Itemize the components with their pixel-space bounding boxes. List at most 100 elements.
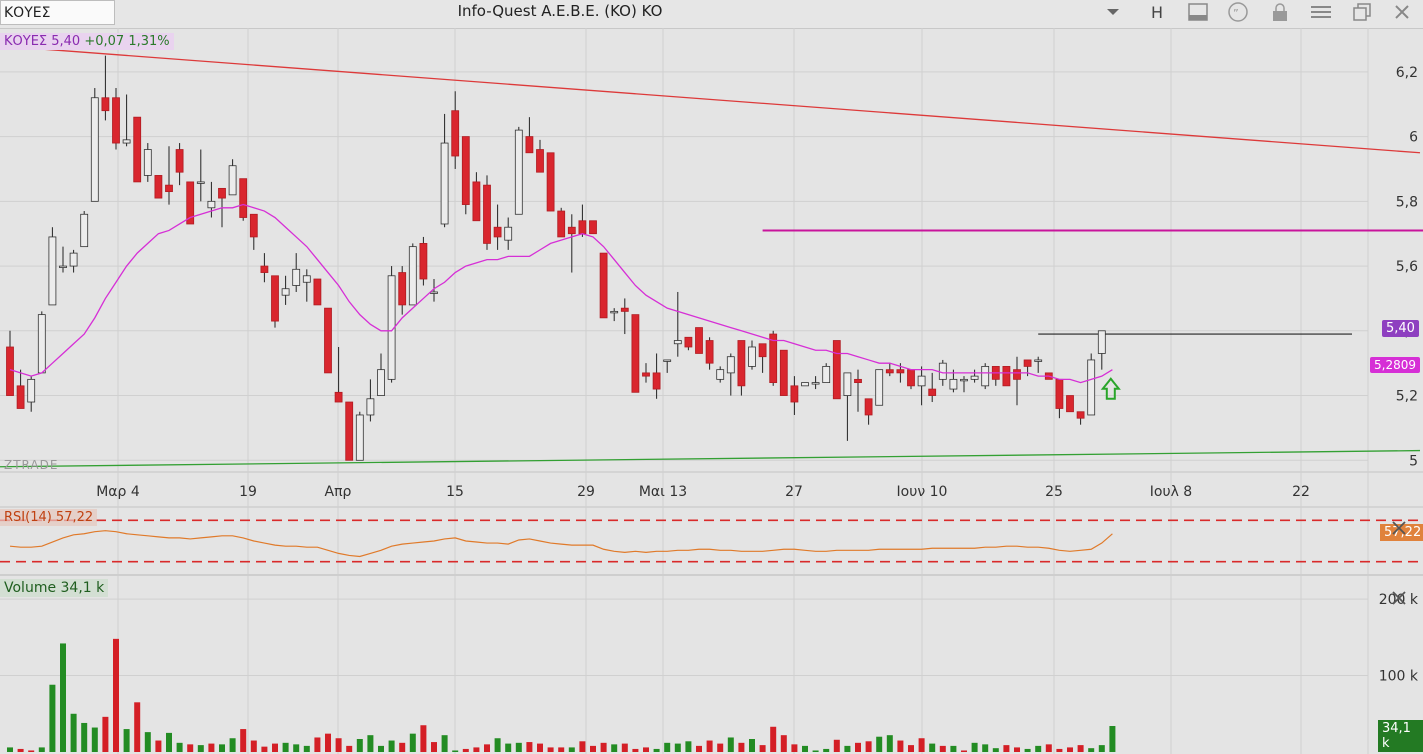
symbol-input[interactable] [0, 0, 115, 25]
candle-body [493, 226, 502, 238]
volume-panel: 200 k100 k [0, 592, 1419, 752]
candle-body [642, 372, 650, 377]
chevron-down-icon [1107, 9, 1119, 15]
volume-badge: 34,1 k [1378, 720, 1423, 752]
volume-bar [1045, 744, 1052, 752]
volume-bar [621, 743, 628, 752]
restore-window-button[interactable] [1348, 0, 1376, 24]
candle-body [504, 226, 513, 241]
candle-body [366, 398, 375, 416]
volume-bar [1035, 745, 1042, 752]
price-label-symbol: ΚΟΥΕΣ 5,40 [4, 34, 81, 49]
quote-icon: ” [1228, 2, 1248, 22]
volume-bar [303, 745, 310, 752]
volume-bar [674, 743, 681, 752]
volume-bar [505, 743, 512, 752]
volume-bar [123, 729, 130, 752]
candle-body [536, 149, 544, 173]
candle-body [408, 246, 417, 306]
candle-body [779, 349, 788, 396]
volume-bar [166, 732, 172, 752]
candle-body [59, 265, 67, 268]
candle-body [525, 136, 534, 154]
time-tick-label: 22 [1292, 484, 1310, 500]
candle-body [483, 184, 491, 244]
volume-bar [431, 742, 437, 752]
volume-bar [81, 722, 88, 752]
volume-bar [176, 742, 183, 752]
last-price-badge: 5,40 [1382, 320, 1419, 337]
price-tick-label: 6,2 [1396, 65, 1418, 81]
candle-body [461, 136, 470, 205]
candle-body [355, 414, 364, 461]
volume-bar [399, 742, 406, 752]
candle-body [16, 385, 25, 409]
candle-body [440, 142, 449, 225]
volume-bar [441, 735, 448, 752]
volume-bar [1077, 745, 1084, 752]
candle-body [260, 265, 269, 273]
volume-bar [49, 684, 56, 752]
price-label: ΚΟΥΕΣ 5,40 +0,07 1,31% [0, 33, 174, 50]
menu-button[interactable] [1307, 0, 1335, 24]
candle-body [737, 340, 746, 387]
time-tick-label: 27 [785, 484, 803, 500]
candle-body [843, 372, 852, 396]
candle-body [101, 97, 110, 112]
candle-body [981, 366, 990, 387]
candle-body [663, 359, 672, 362]
lock-button[interactable] [1266, 0, 1294, 24]
h-button[interactable]: H [1142, 0, 1172, 24]
candle-body [705, 340, 714, 364]
quote-button[interactable]: ” [1224, 0, 1252, 24]
candle-body [80, 213, 89, 248]
candle-body [1066, 395, 1074, 413]
candle-body [790, 385, 799, 403]
candle-body [917, 375, 926, 387]
rsi-close-button[interactable] [1386, 516, 1412, 540]
dropdown-button[interactable] [1098, 0, 1128, 24]
volume-bar [261, 746, 268, 752]
volume-bar [515, 742, 522, 752]
candle-body [1076, 411, 1085, 419]
volume-label: Volume 34,1 k [0, 579, 109, 597]
candle-body [726, 356, 735, 374]
volume-close-button[interactable] [1386, 586, 1412, 610]
volume-bar [1098, 745, 1105, 752]
panel-button[interactable] [1184, 0, 1212, 24]
toolbar: Info-Quest A.E.B.E. (KO) KO H ” [0, 0, 1423, 29]
chart-area[interactable]: 6,265,85,65,45,25 Μαρ 419Απρ1529Μαι 1327… [0, 28, 1423, 754]
volume-bar [346, 745, 353, 752]
close-window-button[interactable] [1388, 0, 1416, 24]
price-tick-label: 6 [1409, 130, 1418, 146]
candle-body [589, 220, 597, 235]
candle-body [673, 340, 682, 345]
candle-body [885, 369, 894, 374]
time-tick-label: Μαι 13 [639, 484, 687, 500]
candle-body [196, 181, 205, 184]
candle-body [48, 236, 57, 306]
candle-body [239, 178, 248, 218]
candle-body [472, 181, 481, 222]
time-tick-label: 15 [446, 484, 464, 500]
volume-bar [272, 743, 278, 752]
candle-body [748, 346, 756, 367]
time-axis: Μαρ 4 19 Απρ 15 29 Μαι 13 27 Ιουν 10 25 Ιουλ 8 22 [96, 484, 1310, 500]
candle-body [133, 116, 142, 183]
candle-body [398, 272, 407, 306]
volume-bar [113, 638, 119, 752]
candle-body [228, 165, 237, 196]
chart-title: Info-Quest A.E.B.E. (KO) KO [457, 2, 663, 20]
candle-body [430, 291, 438, 294]
candle-body [599, 252, 608, 319]
price-axis: 6,265,85,65,45,25 [1396, 65, 1418, 469]
candle-body [695, 327, 703, 354]
volume-bar [600, 742, 607, 752]
volume-bar [833, 739, 840, 752]
volume-bar [420, 725, 427, 752]
volume-bar [780, 735, 787, 752]
rsi-panel [0, 519, 1423, 563]
volume-bar [28, 750, 35, 752]
candle-body [928, 388, 937, 396]
volume-bar [102, 716, 109, 752]
